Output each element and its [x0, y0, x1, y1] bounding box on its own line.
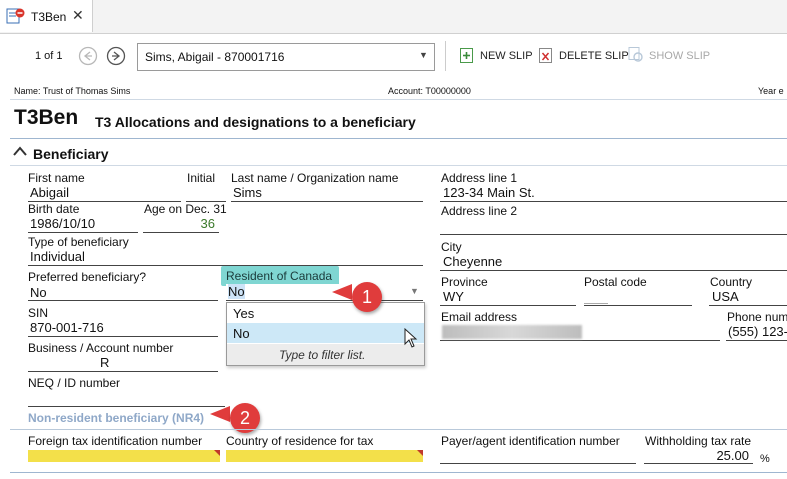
close-icon[interactable]: ✕ — [72, 7, 84, 24]
chevron-down-icon: ▼ — [419, 50, 428, 60]
sin-label: SIN — [28, 306, 49, 320]
mouse-cursor-icon — [404, 328, 418, 348]
postal-code-input[interactable] — [584, 289, 692, 306]
collapse-chevron-icon[interactable] — [13, 145, 27, 160]
chevron-down-icon: ▼ — [410, 286, 419, 296]
percent-sign: % — [760, 453, 770, 465]
province-label: Province — [441, 275, 488, 289]
city-label: City — [441, 240, 462, 254]
type-label: Type of beneficiary — [28, 235, 129, 249]
last-name-input[interactable]: Sims — [231, 185, 423, 202]
business-label: Business / Account number — [28, 341, 174, 355]
preferred-label: Preferred beneficiary? — [28, 270, 147, 284]
first-name-label: First name — [28, 171, 85, 185]
country-select[interactable]: USA — [709, 289, 787, 306]
delete-slip-button[interactable]: DELETE SLIP — [538, 46, 629, 66]
postal-mask — [584, 303, 608, 304]
address-line1-label: Address line 1 — [441, 171, 518, 185]
last-name-label: Last name / Organization name — [231, 171, 399, 185]
business-number-input[interactable]: R — [28, 355, 218, 372]
callout-badge-1: 1 — [352, 282, 382, 312]
birth-date-label: Birth date — [28, 202, 80, 216]
type-select[interactable]: Individual — [28, 249, 423, 266]
address-line2-label: Address line 2 — [441, 204, 518, 218]
withholding-label: Withholding tax rate — [645, 434, 752, 448]
foreign-tax-label: Foreign tax identification number — [28, 434, 203, 448]
callout-pointer — [210, 406, 230, 422]
section-divider — [10, 138, 787, 139]
show-slip-icon — [628, 47, 643, 62]
toolbar-divider — [445, 41, 446, 71]
recipient-select[interactable]: Sims, Abigail - 870001716 ▼ — [137, 43, 435, 71]
birth-date-input[interactable]: 1986/10/10 — [28, 216, 138, 233]
year-end: Year e — [758, 86, 784, 96]
email-input[interactable] — [440, 324, 720, 341]
document-error-icon — [6, 8, 25, 24]
next-arrow-icon[interactable] — [106, 46, 126, 66]
city-input[interactable]: Cheyenne — [440, 254, 787, 271]
previous-arrow-icon[interactable] — [78, 46, 98, 66]
required-marker — [214, 450, 220, 456]
resident-select[interactable]: No ▼ — [226, 284, 423, 301]
phone-input[interactable]: (555) 123- — [726, 324, 787, 341]
country-residence-label: Country of residence for tax — [226, 434, 374, 448]
neq-label: NEQ / ID number — [28, 376, 121, 390]
email-label: Email address — [441, 310, 518, 324]
section-beneficiary: Beneficiary — [33, 146, 109, 162]
form-code: T3Ben — [14, 106, 79, 129]
recipient-select-value: Sims, Abigail - 870001716 — [145, 50, 285, 64]
account-number: Account: T00000000 — [388, 86, 471, 96]
tab-t3ben[interactable]: T3Ben ✕ — [0, 0, 93, 32]
show-slip-button[interactable]: SHOW SLIP — [627, 46, 710, 66]
country-residence-select[interactable] — [226, 450, 423, 462]
pager-text: 1 of 1 — [35, 50, 63, 62]
delete-document-icon — [539, 48, 552, 63]
phone-label: Phone num — [727, 310, 787, 324]
dropdown-option-no[interactable]: No — [227, 323, 424, 343]
resident-dropdown: Yes No Type to filter list. — [226, 302, 425, 366]
initial-label: Initial — [187, 171, 216, 185]
redacted-email — [442, 325, 582, 339]
tab-label: T3Ben — [31, 10, 67, 24]
form-title: T3 Allocations and designations to a ben… — [95, 114, 416, 130]
new-slip-button[interactable]: NEW SLIP — [459, 46, 533, 66]
payer-id-label: Payer/agent identification number — [441, 434, 620, 448]
province-select[interactable]: WY — [440, 289, 576, 306]
nr4-divider — [10, 429, 787, 430]
new-document-icon — [460, 48, 473, 63]
tab-bar — [0, 0, 787, 34]
initial-input[interactable] — [186, 185, 226, 202]
address-line2-input[interactable] — [440, 218, 787, 235]
dropdown-filter-hint: Type to filter list. — [227, 344, 424, 365]
age-label: Age on Dec. 31 — [144, 202, 227, 216]
address-line1-input[interactable]: 123-34 Main St. — [440, 185, 787, 202]
nr4-section-title: Non-resident beneficiary (NR4) — [28, 411, 205, 425]
form-name: Name: Trust of Thomas Sims — [14, 86, 131, 96]
payer-id-input[interactable] — [440, 448, 636, 464]
resident-tooltip: Resident of Canada — [221, 266, 339, 286]
required-marker — [417, 450, 423, 456]
age-field: 36 — [143, 216, 219, 233]
foreign-tax-input[interactable] — [28, 450, 220, 462]
callout-pointer — [332, 284, 352, 300]
sin-input[interactable]: 870-001-716 — [28, 320, 218, 337]
country-label: Country — [710, 275, 753, 289]
neq-input[interactable] — [28, 390, 225, 407]
postal-code-label: Postal code — [584, 275, 647, 289]
preferred-select[interactable]: No — [28, 284, 218, 301]
section-underline — [10, 165, 787, 166]
first-name-input[interactable]: Abigail — [28, 185, 181, 202]
bottom-divider — [10, 472, 787, 473]
dropdown-option-yes[interactable]: Yes — [227, 303, 424, 323]
withholding-rate-input[interactable]: 25.00 — [644, 448, 753, 464]
